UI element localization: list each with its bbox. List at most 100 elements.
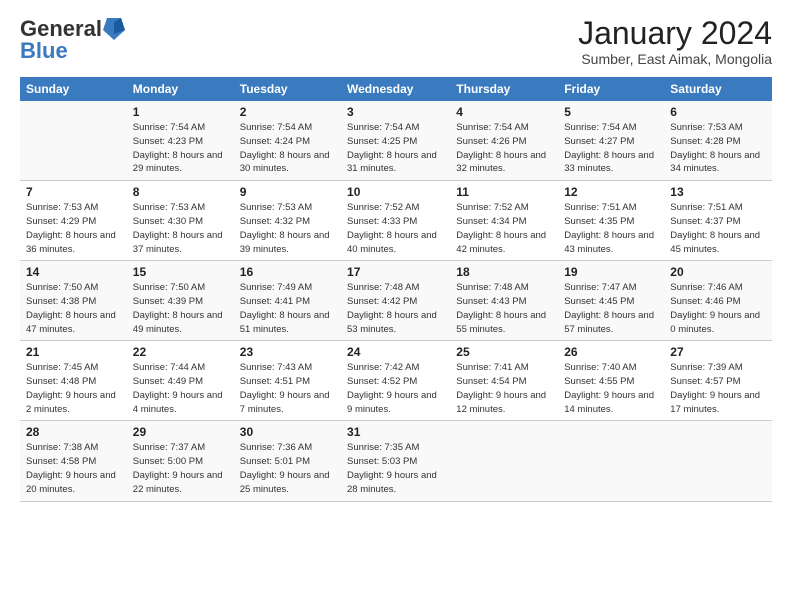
day-number: 28 (26, 425, 121, 439)
daylight: Daylight: 9 hours and 7 minutes. (240, 390, 330, 415)
calendar-week-1: 7 Sunrise: 7:53 AM Sunset: 4:29 PM Dayli… (20, 181, 772, 261)
day-number: 4 (456, 105, 552, 119)
calendar-cell: 20 Sunrise: 7:46 AM Sunset: 4:46 PM Dayl… (664, 261, 772, 341)
sunset: Sunset: 4:43 PM (456, 296, 526, 307)
calendar-cell: 25 Sunrise: 7:41 AM Sunset: 4:54 PM Dayl… (450, 341, 558, 421)
calendar-cell: 21 Sunrise: 7:45 AM Sunset: 4:48 PM Dayl… (20, 341, 127, 421)
day-number: 5 (564, 105, 658, 119)
day-number: 9 (240, 185, 335, 199)
day-info: Sunrise: 7:45 AM Sunset: 4:48 PM Dayligh… (26, 361, 121, 416)
day-info: Sunrise: 7:41 AM Sunset: 4:54 PM Dayligh… (456, 361, 552, 416)
day-number: 23 (240, 345, 335, 359)
calendar-cell: 27 Sunrise: 7:39 AM Sunset: 4:57 PM Dayl… (664, 341, 772, 421)
sunset: Sunset: 4:37 PM (670, 216, 740, 227)
daylight: Daylight: 9 hours and 9 minutes. (347, 390, 437, 415)
sunrise: Sunrise: 7:54 AM (240, 122, 312, 133)
sunset: Sunset: 4:52 PM (347, 376, 417, 387)
sunrise: Sunrise: 7:47 AM (564, 282, 636, 293)
day-info: Sunrise: 7:54 AM Sunset: 4:23 PM Dayligh… (133, 121, 228, 176)
day-number: 11 (456, 185, 552, 199)
day-number: 19 (564, 265, 658, 279)
sunrise: Sunrise: 7:51 AM (670, 202, 742, 213)
day-number: 26 (564, 345, 658, 359)
sunset: Sunset: 4:38 PM (26, 296, 96, 307)
sunset: Sunset: 4:26 PM (456, 136, 526, 147)
calendar-cell: 14 Sunrise: 7:50 AM Sunset: 4:38 PM Dayl… (20, 261, 127, 341)
daylight: Daylight: 9 hours and 12 minutes. (456, 390, 546, 415)
day-info: Sunrise: 7:37 AM Sunset: 5:00 PM Dayligh… (133, 441, 228, 496)
day-info: Sunrise: 7:52 AM Sunset: 4:33 PM Dayligh… (347, 201, 444, 256)
sunset: Sunset: 4:39 PM (133, 296, 203, 307)
daylight: Daylight: 8 hours and 30 minutes. (240, 150, 330, 175)
sunset: Sunset: 4:35 PM (564, 216, 634, 227)
sunset: Sunset: 4:24 PM (240, 136, 310, 147)
day-number: 7 (26, 185, 121, 199)
day-number: 27 (670, 345, 766, 359)
daylight: Daylight: 8 hours and 57 minutes. (564, 310, 654, 335)
sunrise: Sunrise: 7:42 AM (347, 362, 419, 373)
daylight: Daylight: 8 hours and 40 minutes. (347, 230, 437, 255)
day-info: Sunrise: 7:49 AM Sunset: 4:41 PM Dayligh… (240, 281, 335, 336)
day-number: 24 (347, 345, 444, 359)
day-number: 3 (347, 105, 444, 119)
sunset: Sunset: 4:58 PM (26, 456, 96, 467)
sunrise: Sunrise: 7:52 AM (456, 202, 528, 213)
day-info: Sunrise: 7:52 AM Sunset: 4:34 PM Dayligh… (456, 201, 552, 256)
day-number: 1 (133, 105, 228, 119)
daylight: Daylight: 9 hours and 14 minutes. (564, 390, 654, 415)
logo-icon (103, 16, 125, 42)
sunrise: Sunrise: 7:54 AM (564, 122, 636, 133)
daylight: Daylight: 8 hours and 39 minutes. (240, 230, 330, 255)
calendar-subtitle: Sumber, East Aimak, Mongolia (578, 51, 772, 67)
day-info: Sunrise: 7:53 AM Sunset: 4:30 PM Dayligh… (133, 201, 228, 256)
calendar-cell: 26 Sunrise: 7:40 AM Sunset: 4:55 PM Dayl… (558, 341, 664, 421)
calendar-cell: 22 Sunrise: 7:44 AM Sunset: 4:49 PM Dayl… (127, 341, 234, 421)
calendar-week-2: 14 Sunrise: 7:50 AM Sunset: 4:38 PM Dayl… (20, 261, 772, 341)
daylight: Daylight: 9 hours and 28 minutes. (347, 470, 437, 495)
daylight: Daylight: 8 hours and 53 minutes. (347, 310, 437, 335)
title-block: January 2024 Sumber, East Aimak, Mongoli… (578, 16, 772, 67)
header: General Blue January 2024 Sumber, East A… (20, 16, 772, 67)
calendar-cell: 23 Sunrise: 7:43 AM Sunset: 4:51 PM Dayl… (234, 341, 341, 421)
day-info: Sunrise: 7:44 AM Sunset: 4:49 PM Dayligh… (133, 361, 228, 416)
sunrise: Sunrise: 7:39 AM (670, 362, 742, 373)
sunset: Sunset: 4:45 PM (564, 296, 634, 307)
header-monday: Monday (127, 77, 234, 101)
sunset: Sunset: 4:55 PM (564, 376, 634, 387)
weekday-header-row: Sunday Monday Tuesday Wednesday Thursday… (20, 77, 772, 101)
day-number: 6 (670, 105, 766, 119)
daylight: Daylight: 8 hours and 55 minutes. (456, 310, 546, 335)
sunrise: Sunrise: 7:48 AM (347, 282, 419, 293)
day-info: Sunrise: 7:39 AM Sunset: 4:57 PM Dayligh… (670, 361, 766, 416)
day-number: 8 (133, 185, 228, 199)
calendar-cell: 6 Sunrise: 7:53 AM Sunset: 4:28 PM Dayli… (664, 101, 772, 181)
sunset: Sunset: 4:23 PM (133, 136, 203, 147)
logo: General Blue (20, 16, 126, 64)
calendar-week-0: 1 Sunrise: 7:54 AM Sunset: 4:23 PM Dayli… (20, 101, 772, 181)
sunrise: Sunrise: 7:36 AM (240, 442, 312, 453)
sunset: Sunset: 4:48 PM (26, 376, 96, 387)
sunrise: Sunrise: 7:45 AM (26, 362, 98, 373)
day-number: 14 (26, 265, 121, 279)
daylight: Daylight: 8 hours and 49 minutes. (133, 310, 223, 335)
calendar-cell: 28 Sunrise: 7:38 AM Sunset: 4:58 PM Dayl… (20, 421, 127, 501)
daylight: Daylight: 8 hours and 37 minutes. (133, 230, 223, 255)
calendar-cell: 9 Sunrise: 7:53 AM Sunset: 4:32 PM Dayli… (234, 181, 341, 261)
daylight: Daylight: 8 hours and 51 minutes. (240, 310, 330, 335)
daylight: Daylight: 8 hours and 47 minutes. (26, 310, 116, 335)
daylight: Daylight: 9 hours and 17 minutes. (670, 390, 760, 415)
day-info: Sunrise: 7:54 AM Sunset: 4:25 PM Dayligh… (347, 121, 444, 176)
calendar-cell: 10 Sunrise: 7:52 AM Sunset: 4:33 PM Dayl… (341, 181, 450, 261)
day-info: Sunrise: 7:51 AM Sunset: 4:37 PM Dayligh… (670, 201, 766, 256)
daylight: Daylight: 9 hours and 22 minutes. (133, 470, 223, 495)
calendar-cell: 11 Sunrise: 7:52 AM Sunset: 4:34 PM Dayl… (450, 181, 558, 261)
sunrise: Sunrise: 7:44 AM (133, 362, 205, 373)
calendar-cell: 15 Sunrise: 7:50 AM Sunset: 4:39 PM Dayl… (127, 261, 234, 341)
daylight: Daylight: 8 hours and 45 minutes. (670, 230, 760, 255)
sunrise: Sunrise: 7:53 AM (26, 202, 98, 213)
sunrise: Sunrise: 7:54 AM (133, 122, 205, 133)
calendar-cell: 17 Sunrise: 7:48 AM Sunset: 4:42 PM Dayl… (341, 261, 450, 341)
daylight: Daylight: 8 hours and 34 minutes. (670, 150, 760, 175)
day-info: Sunrise: 7:51 AM Sunset: 4:35 PM Dayligh… (564, 201, 658, 256)
daylight: Daylight: 8 hours and 42 minutes. (456, 230, 546, 255)
